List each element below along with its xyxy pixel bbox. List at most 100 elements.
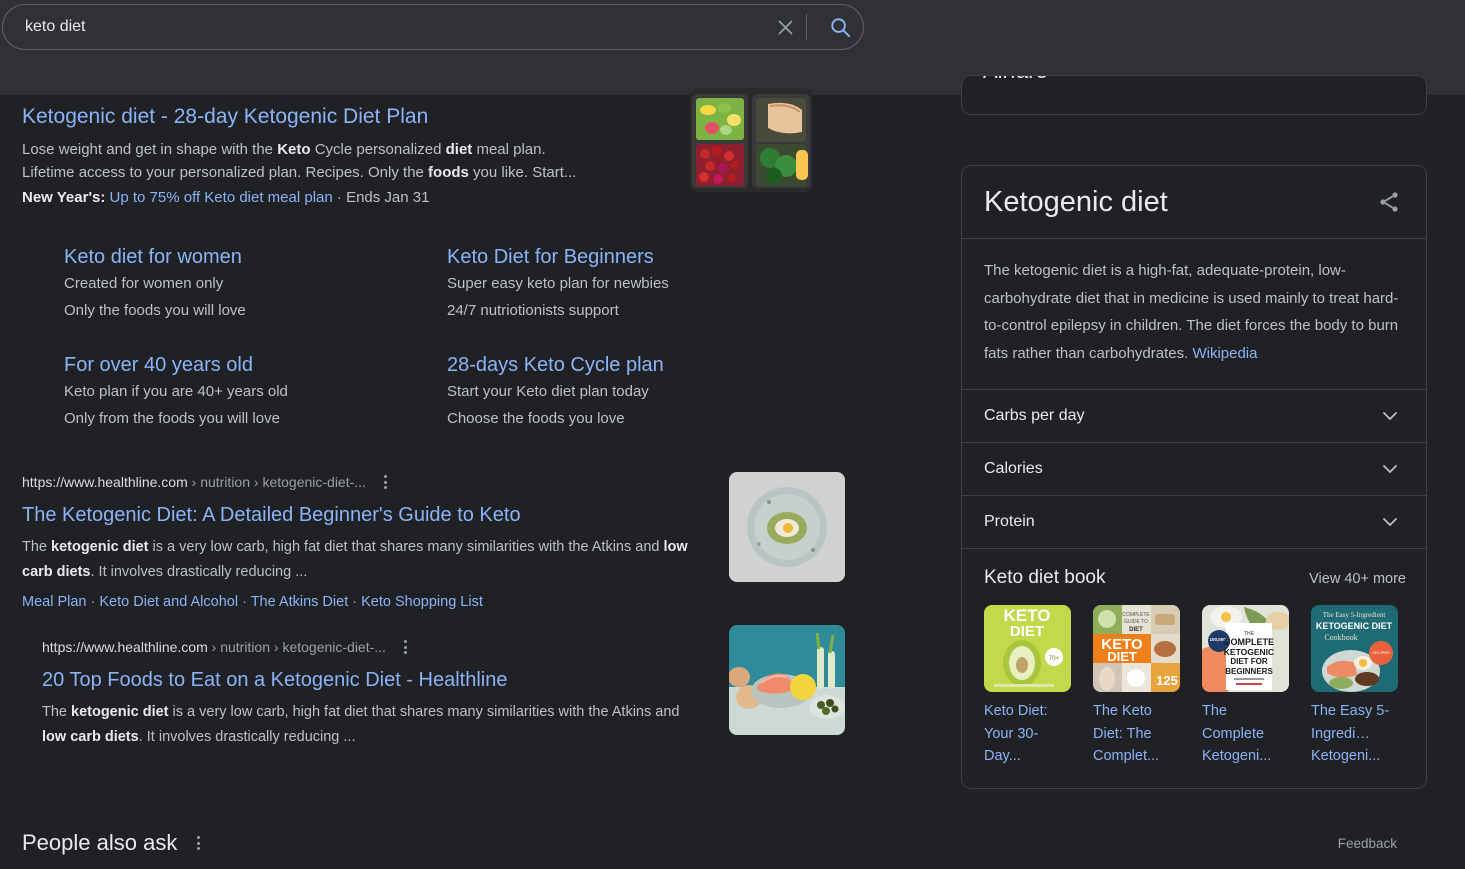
- people-also-ask-section: People also ask: [22, 828, 206, 858]
- sublink-separator: ·: [242, 594, 247, 610]
- result-sublink[interactable]: The Atkins Diet: [251, 594, 349, 610]
- svg-text:DIET: DIET: [1010, 623, 1044, 640]
- kp-row-protein[interactable]: Protein: [962, 496, 1426, 549]
- books-section-title: Keto diet book: [984, 567, 1106, 588]
- search-bar[interactable]: [2, 4, 864, 50]
- sitelink-line-2: 24/7 nutriotionists support: [447, 302, 619, 319]
- search-result: https://www.healthline.com › nutrition ›…: [0, 472, 900, 613]
- books-grid: KETO DIET 70+ Keto Diet: Your 30-Day...: [984, 605, 1406, 768]
- ad-promo-label: New Year's:: [22, 189, 106, 206]
- kp-row-label: Calories: [984, 460, 1043, 477]
- chevron-down-icon: [1380, 459, 1400, 479]
- description-source-link[interactable]: Wikipedia: [1192, 345, 1257, 362]
- sitelink-title[interactable]: For over 40 years old: [64, 352, 447, 378]
- svg-text:KETOGENIC: KETOGENIC: [1224, 647, 1274, 657]
- sitelink-title[interactable]: Keto diet for women: [64, 244, 447, 270]
- view-more-link[interactable]: View 40+ more: [1309, 571, 1406, 587]
- result-domain: https://www.healthline.com: [22, 474, 188, 490]
- result-thumbnail[interactable]: [729, 472, 845, 582]
- more-options-icon[interactable]: [191, 833, 206, 853]
- sitelink-line-2: Only the foods you will love: [64, 302, 246, 319]
- result-domain: https://www.healthline.com: [42, 639, 208, 655]
- svg-text:Cookbook: Cookbook: [1324, 633, 1357, 642]
- sitelink-title[interactable]: 28-days Keto Cycle plan: [447, 352, 830, 378]
- sitelink-line-2: Choose the foods you love: [447, 410, 625, 427]
- sitelink-item[interactable]: For over 40 years old Keto plan if you a…: [64, 352, 447, 432]
- main-results-column: Ketogenic diet - 28-day Ketogenic Diet P…: [0, 88, 900, 750]
- books-header: Keto diet book View 40+ more: [984, 567, 1406, 589]
- chevron-down-icon: [1380, 512, 1400, 532]
- book-title: The Keto Diet: The Complet...: [1093, 703, 1160, 764]
- knowledge-panel-header: Ketogenic diet: [962, 166, 1426, 239]
- result-breadcrumb: › nutrition › ketogenic-diet-...: [191, 474, 366, 490]
- sitelink-item[interactable]: Keto Diet for Beginners Super easy keto …: [447, 244, 830, 324]
- svg-text:DIET: DIET: [1129, 627, 1143, 633]
- sitelink-item[interactable]: Keto diet for women Created for women on…: [64, 244, 447, 324]
- svg-text:DIET: DIET: [1107, 649, 1137, 664]
- book-title: Keto Diet: Your 30-Day...: [984, 703, 1048, 764]
- sitelink-item[interactable]: 28-days Keto Cycle plan Start your Keto …: [447, 352, 830, 432]
- svg-text:KETOGENIC DIET: KETOGENIC DIET: [1316, 621, 1393, 631]
- sublink-separator: ·: [352, 594, 358, 610]
- sitelink-line-1: Keto plan if you are 40+ years old: [64, 383, 288, 400]
- ad-result: Ketogenic diet - 28-day Ketogenic Diet P…: [0, 88, 900, 432]
- sitelink-line-1: Start your Keto diet plan today: [447, 383, 649, 400]
- search-result: https://www.healthline.com › nutrition ›…: [0, 625, 900, 750]
- svg-text:COMPLETE: COMPLETE: [1122, 612, 1150, 618]
- book-cover: KETO DIET 70+: [984, 605, 1071, 692]
- section-title: People also ask: [22, 830, 178, 855]
- ad-desc-line2: Lifetime access to your personalized pla…: [22, 164, 577, 181]
- svg-text:BEGINNERS: BEGINNERS: [1225, 667, 1273, 676]
- result-sublink[interactable]: Keto Shopping List: [361, 594, 483, 610]
- result-snippet: The ketogenic diet is a very low carb, h…: [42, 704, 680, 745]
- book-item[interactable]: The Easy 5-Ingredient KETOGENIC DIET Coo…: [1311, 605, 1398, 768]
- book-cover: The Easy 5-Ingredient KETOGENIC DIET Coo…: [1311, 605, 1398, 692]
- ad-promo-link[interactable]: Up to 75% off Keto diet meal plan: [110, 189, 333, 206]
- sublink-separator: ·: [90, 594, 96, 610]
- svg-text:DIET FOR: DIET FOR: [1230, 657, 1268, 666]
- book-cover: COMPLETE GUIDE TO DIET KETO DIET 125: [1093, 605, 1180, 692]
- ad-description: Lose weight and get in shape with the Ke…: [22, 130, 702, 184]
- result-breadcrumb: › nutrition › ketogenic-diet-...: [211, 639, 386, 655]
- kp-row-label: Carbs per day: [984, 407, 1085, 424]
- kp-row-carbs-per-day[interactable]: Carbs per day: [962, 390, 1426, 443]
- feedback-link[interactable]: Feedback: [1338, 836, 1397, 851]
- svg-text:GUIDE TO: GUIDE TO: [1124, 619, 1148, 625]
- clipped-card: Airfare: [961, 75, 1427, 115]
- book-item[interactable]: KETO DIET 70+ Keto Diet: Your 30-Day...: [984, 605, 1071, 768]
- sitelink-line-1: Super easy keto plan for newbies: [447, 275, 669, 292]
- more-options-icon[interactable]: [378, 472, 393, 492]
- sitelink-title[interactable]: Keto Diet for Beginners: [447, 244, 830, 270]
- result-sublinks: Meal Plan · Keto Diet and Alcohol · The …: [22, 591, 900, 613]
- book-title: The Complete Ketogeni...: [1202, 703, 1272, 764]
- ad-promo-separator: ·: [336, 189, 342, 206]
- kp-row-label: Protein: [984, 513, 1035, 530]
- close-icon[interactable]: [768, 5, 802, 49]
- svg-text:125: 125: [1156, 673, 1178, 688]
- book-title: The Easy 5-Ingredi… Ketogeni...: [1311, 703, 1390, 764]
- svg-text:COMPLETE: COMPLETE: [1224, 637, 1274, 647]
- result-url[interactable]: https://www.healthline.com › nutrition ›…: [42, 637, 386, 657]
- page-title: Ketogenic diet: [984, 186, 1168, 218]
- result-sublink[interactable]: Meal Plan: [22, 594, 86, 610]
- result-url[interactable]: https://www.healthline.com › nutrition ›…: [22, 472, 366, 492]
- book-cover: 100,000+ THE COMPLETE KETOGENIC DIET FOR…: [1202, 605, 1289, 692]
- kp-row-calories[interactable]: Calories: [962, 443, 1426, 496]
- books-carousel-section: Keto diet book View 40+ more KETO DIET 7…: [962, 549, 1426, 788]
- result-sublink[interactable]: Keto Diet and Alcohol: [99, 594, 238, 610]
- book-item[interactable]: 100,000+ THE COMPLETE KETOGENIC DIET FOR…: [1202, 605, 1289, 768]
- more-options-icon[interactable]: [398, 637, 413, 657]
- sitelink-line-1: Created for women only: [64, 275, 224, 292]
- search-icon[interactable]: [817, 5, 863, 49]
- search-input[interactable]: [3, 18, 768, 36]
- ad-promo-end-date: Ends Jan 31: [346, 189, 430, 206]
- knowledge-panel: Ketogenic diet The ketogenic diet is a h…: [961, 165, 1427, 789]
- ad-desc-line1: Lose weight and get in shape with the Ke…: [22, 141, 546, 158]
- result-thumbnail[interactable]: [729, 625, 845, 735]
- svg-text:The Easy 5-Ingredient: The Easy 5-Ingredient: [1323, 611, 1386, 619]
- share-icon[interactable]: [1374, 187, 1404, 217]
- book-item[interactable]: COMPLETE GUIDE TO DIET KETO DIET 125 The…: [1093, 605, 1180, 768]
- knowledge-panel-description: The ketogenic diet is a high-fat, adequa…: [962, 239, 1426, 390]
- chevron-down-icon: [1380, 406, 1400, 426]
- ad-thumbnail[interactable]: [690, 88, 812, 192]
